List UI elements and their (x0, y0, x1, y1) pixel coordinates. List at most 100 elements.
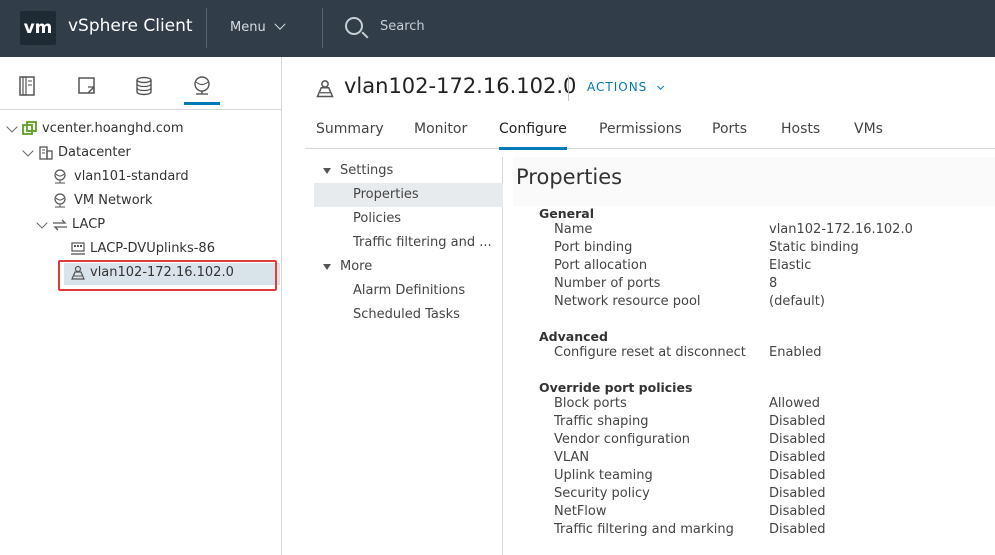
subnav-label: Policies (353, 211, 402, 226)
subnav-label: Traffic filtering and ... (353, 235, 492, 250)
properties-content: Properties General Name vlan102-172.16.10… (513, 157, 995, 555)
property-value: Static binding (769, 240, 859, 255)
expand-caret-icon[interactable] (22, 145, 34, 157)
subnav-label: Settings (340, 163, 394, 178)
search-input[interactable]: Search (340, 12, 540, 44)
property-row: Number of ports 8 (554, 276, 994, 294)
tree-label: vcenter.hoanghd.com (42, 121, 184, 136)
tab-summary[interactable]: Summary (316, 121, 384, 149)
datacenter-icon (38, 145, 54, 161)
property-key: Number of ports (554, 276, 661, 291)
tree-item-dvuplinks[interactable]: LACP-DVUplinks-86 (70, 238, 275, 260)
vmware-logo[interactable]: vm (20, 11, 56, 45)
property-row: NetFlow Disabled (554, 504, 994, 522)
property-key: VLAN (554, 450, 590, 465)
property-key: Port allocation (554, 258, 648, 273)
portgroup-icon (315, 79, 335, 99)
tree-item-lacp[interactable]: LACP (36, 214, 272, 236)
property-key: Network resource pool (554, 294, 701, 309)
tree-label: LACP-DVUplinks-86 (90, 241, 215, 256)
object-tabs: Summary Monitor Configure Permissions Po… (305, 119, 995, 150)
subnav-item-traffic-filtering[interactable]: Traffic filtering and ... (314, 231, 503, 255)
property-row: Traffic filtering and marking Disabled (554, 522, 994, 540)
hosts-clusters-icon[interactable] (17, 75, 39, 97)
subnav-label: Scheduled Tasks (353, 307, 460, 322)
property-value: Disabled (769, 414, 826, 429)
tree-item-vm-network[interactable]: VM Network (52, 190, 272, 212)
property-row: Vendor configuration Disabled (554, 432, 994, 450)
network-icon (52, 169, 68, 185)
section-heading-general: General (539, 206, 594, 221)
networking-icon[interactable] (184, 75, 220, 105)
property-value: 8 (769, 276, 778, 291)
tree-label: Datacenter (58, 145, 131, 160)
tab-configure[interactable]: Configure (499, 121, 567, 150)
subnav-item-properties[interactable]: Properties (314, 183, 503, 207)
menu-button[interactable]: Menu (220, 12, 294, 44)
property-key: Configure reset at disconnect (554, 345, 746, 360)
app-title: vSphere Client (68, 16, 193, 36)
menu-label: Menu (230, 20, 266, 35)
subnav-more-group[interactable]: More (314, 255, 503, 279)
property-value: Disabled (769, 432, 826, 447)
main-panel: vlan102-172.16.102.0 ACTIONS Summary Mon… (283, 57, 995, 555)
tree-item-vcenter[interactable]: vcenter.hoanghd.com (4, 118, 274, 140)
subnav-item-policies[interactable]: Policies (314, 207, 503, 231)
subnav-item-alarm-definitions[interactable]: Alarm Definitions (314, 279, 503, 303)
property-key: Vendor configuration (554, 432, 691, 447)
navigator-tabs (0, 57, 282, 110)
subnav-settings-group[interactable]: Settings (314, 159, 503, 183)
configure-subnav: Settings Properties Policies Traffic fil… (314, 157, 503, 555)
tab-ports[interactable]: Ports (712, 121, 747, 149)
property-value: Disabled (769, 450, 826, 465)
page-title: vlan102-172.16.102.0 (344, 74, 577, 98)
actions-label: ACTIONS (587, 80, 648, 94)
chevron-down-icon (274, 18, 286, 30)
vms-templates-icon[interactable] (76, 75, 98, 97)
property-value: Disabled (769, 522, 826, 537)
property-row: VLAN Disabled (554, 450, 994, 468)
tree-label: LACP (72, 217, 106, 232)
actions-button[interactable]: ACTIONS (587, 80, 665, 94)
property-value: Disabled (769, 486, 826, 501)
uplinks-icon (70, 241, 86, 257)
tree-item-vlan101-standard[interactable]: vlan101-standard (52, 166, 272, 188)
red-highlight-box (58, 260, 277, 291)
expand-caret-icon[interactable] (6, 121, 18, 133)
property-key: Block ports (554, 396, 627, 411)
property-value: (default) (769, 294, 825, 309)
subnav-label: More (340, 259, 373, 274)
property-key: Port binding (554, 240, 633, 255)
tree-label: VM Network (74, 193, 153, 208)
tab-permissions[interactable]: Permissions (599, 121, 682, 149)
property-row: Port allocation Elastic (554, 258, 994, 276)
content-title: Properties (516, 165, 623, 189)
section-heading-advanced: Advanced (539, 329, 608, 344)
property-row: Configure reset at disconnect Enabled (554, 345, 994, 363)
subnav-label: Alarm Definitions (353, 283, 466, 298)
expand-caret-icon[interactable] (36, 217, 48, 229)
property-value: Disabled (769, 468, 826, 483)
title-divider (568, 75, 569, 101)
property-key: Traffic filtering and marking (554, 522, 734, 537)
property-row: Traffic shaping Disabled (554, 414, 994, 432)
network-icon (52, 193, 68, 209)
property-row: Uplink teaming Disabled (554, 468, 994, 486)
header-divider (322, 8, 323, 48)
property-row: Security policy Disabled (554, 486, 994, 504)
collapse-caret-icon (323, 168, 331, 174)
storage-icon[interactable] (133, 75, 155, 97)
top-header: vm vSphere Client Menu Search (0, 0, 995, 57)
tab-monitor[interactable]: Monitor (414, 121, 467, 149)
property-value: Elastic (769, 258, 812, 273)
section-heading-override: Override port policies (539, 380, 693, 395)
tab-hosts[interactable]: Hosts (781, 121, 820, 149)
subnav-label: Properties (353, 187, 419, 202)
vcenter-icon (22, 121, 38, 137)
subnav-item-scheduled-tasks[interactable]: Scheduled Tasks (314, 303, 503, 327)
tab-vms[interactable]: VMs (854, 121, 883, 149)
property-row: Block ports Allowed (554, 396, 994, 414)
property-value: Enabled (769, 345, 822, 360)
tree-item-datacenter[interactable]: Datacenter (20, 142, 270, 164)
property-row: Name vlan102-172.16.102.0 (554, 222, 994, 240)
